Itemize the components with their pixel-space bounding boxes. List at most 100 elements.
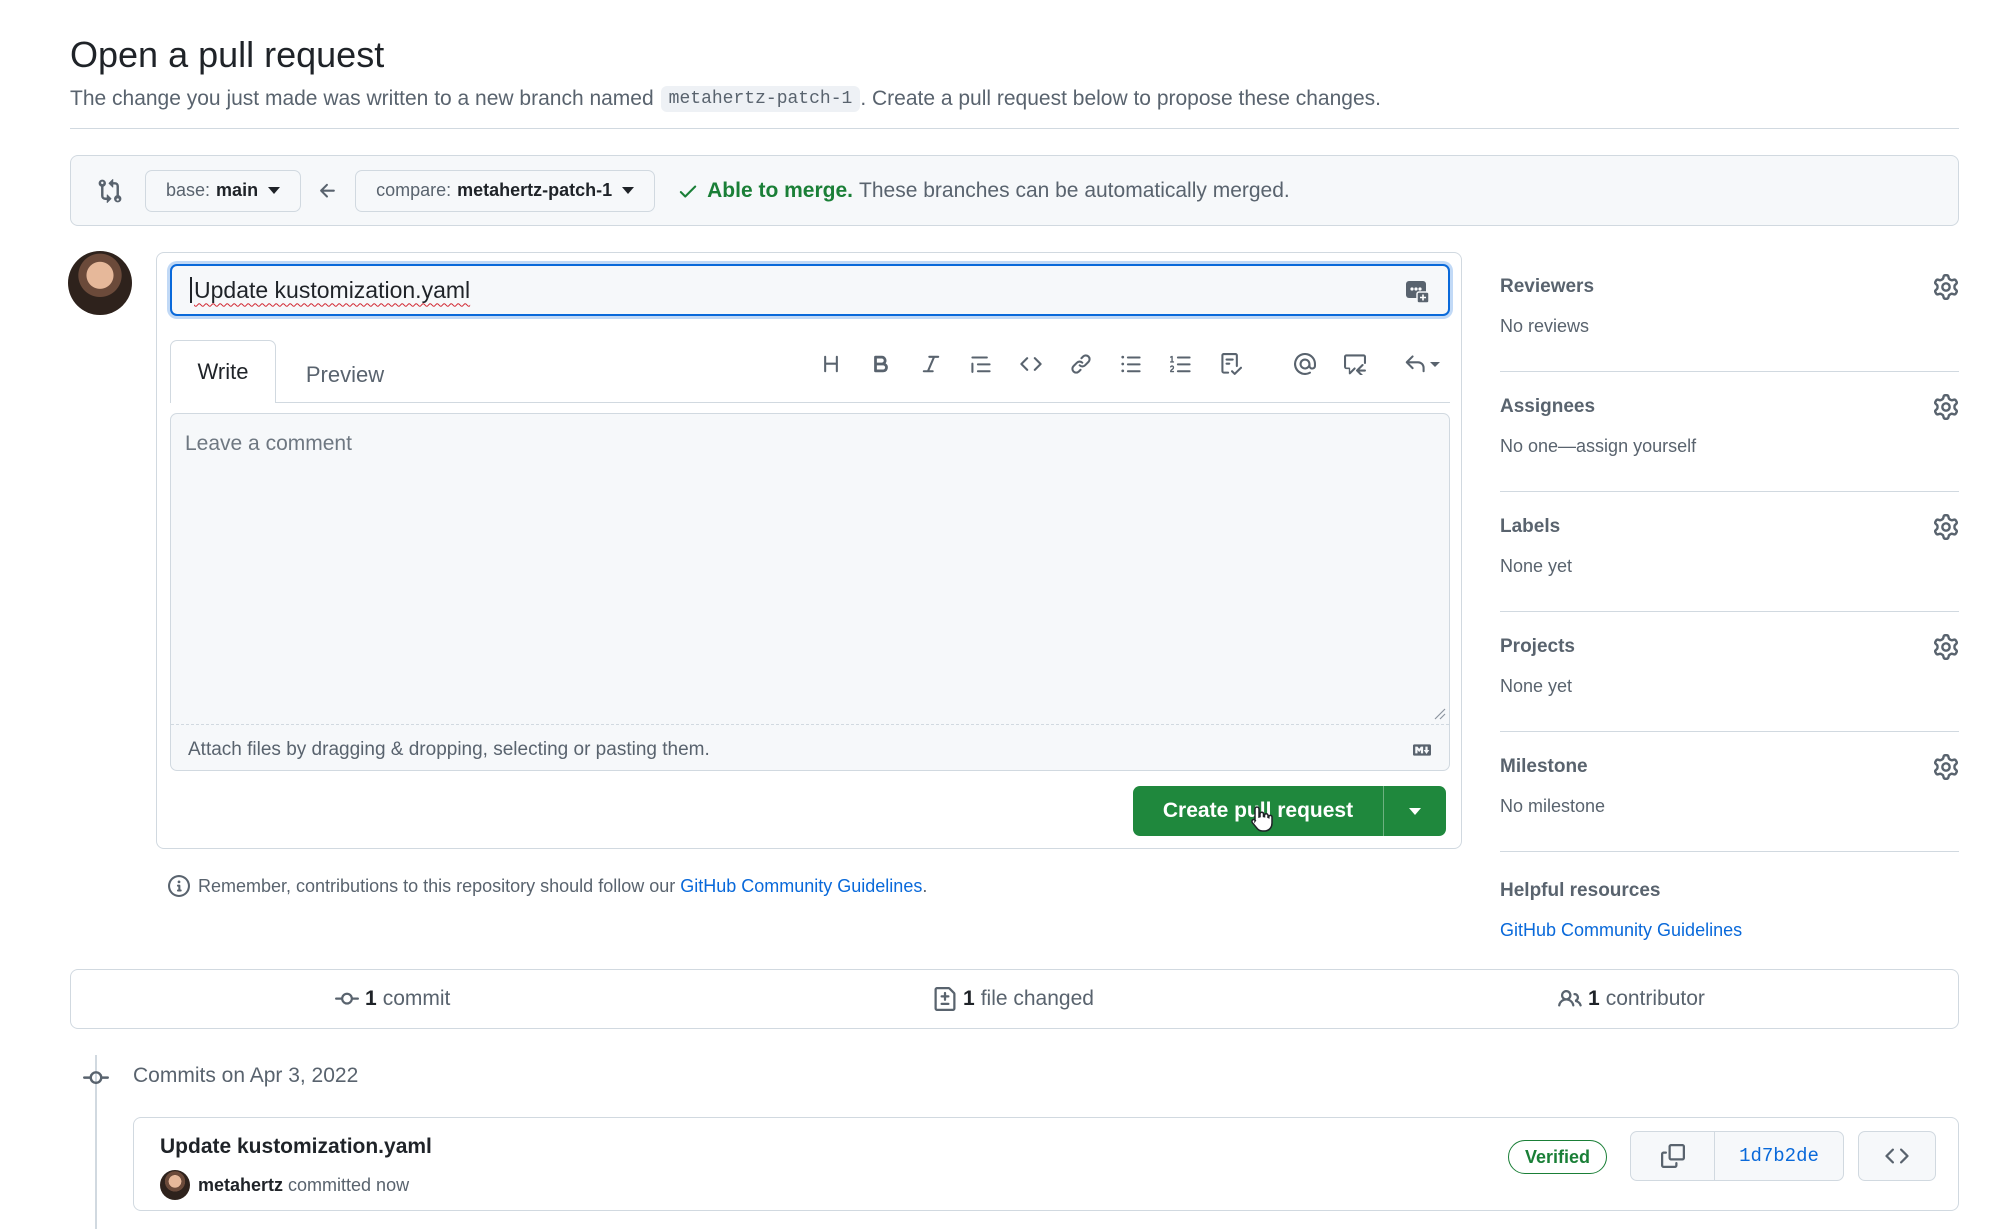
resize-handle-icon[interactable]: [1432, 706, 1446, 720]
community-guidelines-link[interactable]: GitHub Community Guidelines: [680, 876, 922, 896]
attach-files-text[interactable]: Attach files by dragging & dropping, sel…: [188, 739, 710, 761]
check-icon: [677, 180, 699, 202]
files-count: 1: [963, 987, 975, 1010]
merge-detail: These branches can be automatically merg…: [859, 178, 1290, 202]
commit-time: committed now: [288, 1174, 410, 1195]
tab-write[interactable]: Write: [170, 340, 276, 403]
helpful-resources-heading: Helpful resources: [1500, 880, 1661, 901]
base-branch-label: main: [216, 180, 259, 200]
comment-textarea[interactable]: Leave a comment Attach files by dragging…: [170, 413, 1450, 771]
commit-sha-link[interactable]: 1d7b2de: [1715, 1132, 1843, 1180]
branch-name-code: metahertz-patch-1: [660, 86, 861, 112]
bold-icon[interactable]: [856, 346, 906, 382]
sidebar-item-reviewers: Reviewers No reviews: [1500, 252, 1959, 372]
sidebar-item-projects: Projects None yet: [1500, 612, 1959, 732]
gear-icon[interactable]: [1933, 514, 1959, 540]
sidebar-value: No milestone: [1500, 796, 1606, 816]
sidebar-label[interactable]: Reviewers: [1500, 276, 1594, 298]
create-options-dropdown[interactable]: [1384, 807, 1446, 815]
files-changed-tab[interactable]: 1 file changed: [933, 987, 1094, 1011]
sidebar-item-assignees: Assignees No one—assign yourself: [1500, 372, 1959, 492]
quote-icon[interactable]: [956, 346, 1006, 382]
sidebar-label[interactable]: Assignees: [1500, 396, 1595, 418]
tab-preview[interactable]: Preview: [290, 350, 400, 400]
subtitle-text: The change you just made was written to …: [70, 87, 654, 110]
commit-row: Update kustomization.yaml metahertz comm…: [133, 1117, 1959, 1211]
gear-icon[interactable]: [1933, 634, 1959, 660]
verified-badge[interactable]: Verified: [1508, 1140, 1608, 1174]
link-icon[interactable]: [1056, 346, 1106, 382]
chevron-down-icon: [622, 187, 635, 194]
notice-suffix: .: [922, 875, 928, 896]
sidebar-guidelines-link[interactable]: GitHub Community Guidelines: [1500, 920, 1742, 941]
sidebar-label[interactable]: Milestone: [1500, 756, 1588, 778]
commit-sha-group: 1d7b2de: [1630, 1131, 1844, 1181]
reference-icon[interactable]: [1330, 346, 1380, 382]
chevron-down-icon: [1409, 807, 1421, 815]
page-subtitle: The change you just made was written to …: [70, 86, 1381, 112]
gear-icon[interactable]: [1933, 274, 1959, 300]
page-title: Open a pull request: [70, 34, 385, 75]
sidebar-item-labels: Labels None yet: [1500, 492, 1959, 612]
sidebar-value[interactable]: No one—assign yourself: [1500, 436, 1696, 457]
comment-placeholder: Leave a comment: [185, 432, 352, 455]
commits-tab[interactable]: 1 commit: [335, 987, 450, 1011]
create-pull-request-button[interactable]: Create pull request: [1133, 786, 1446, 836]
commits-count: 1: [365, 987, 377, 1010]
avatar[interactable]: [68, 251, 132, 315]
pr-stats-bar: 1 commit 1 file changed 1 contributor: [70, 969, 1959, 1029]
commit-meta: metahertz committed now: [160, 1170, 409, 1200]
markdown-icon[interactable]: [1409, 741, 1435, 759]
code-icon[interactable]: [1006, 346, 1056, 382]
people-icon: [1558, 987, 1582, 1011]
title-input-value: Update kustomization.yaml: [194, 276, 471, 303]
git-commit-icon: [83, 1065, 109, 1091]
gear-icon[interactable]: [1933, 754, 1959, 780]
merge-status: Able to merge.: [707, 178, 854, 202]
heading-icon[interactable]: [806, 346, 856, 382]
file-diff-icon: [933, 987, 957, 1011]
commits-date-heading: Commits on Apr 3, 2022: [133, 1064, 359, 1087]
sidebar-item-milestone: Milestone No milestone: [1500, 732, 1959, 852]
base-branch-button[interactable]: base: main: [145, 169, 302, 212]
gear-icon[interactable]: [1933, 394, 1959, 420]
compare-bar: base: main compare: metahertz-patch-1 Ab…: [70, 155, 1959, 226]
sidebar-value: None yet: [1500, 556, 1573, 576]
contributors-tab[interactable]: 1 contributor: [1558, 987, 1705, 1011]
browse-code-button[interactable]: [1858, 1131, 1936, 1181]
copy-icon[interactable]: [1631, 1132, 1715, 1180]
header-divider: [70, 128, 1959, 129]
unordered-list-icon[interactable]: [1106, 346, 1156, 382]
attach-divider: [171, 724, 1449, 725]
ordered-list-icon[interactable]: [1156, 346, 1206, 382]
saved-replies-icon[interactable]: [1404, 278, 1430, 304]
base-prefix: base:: [166, 180, 211, 200]
contributors-label: contributor: [1605, 987, 1705, 1010]
files-label: file changed: [980, 987, 1094, 1010]
commits-label: commit: [382, 987, 451, 1010]
task-list-icon[interactable]: [1206, 346, 1256, 382]
code-icon: [1885, 1144, 1909, 1168]
title-input[interactable]: Update kustomization.yaml: [170, 264, 1450, 316]
sidebar-value: None yet: [1500, 676, 1573, 696]
notice-text: Remember, contributions to this reposito…: [198, 875, 676, 896]
undo-reply-icon[interactable]: [1394, 346, 1450, 382]
text-cursor: [190, 277, 192, 303]
avatar[interactable]: [160, 1170, 190, 1200]
commit-author[interactable]: metahertz: [198, 1175, 283, 1196]
sidebar-label[interactable]: Projects: [1500, 636, 1575, 658]
contributors-count: 1: [1588, 987, 1600, 1010]
mention-icon[interactable]: [1280, 346, 1330, 382]
chevron-down-icon: [1430, 361, 1440, 367]
compare-branch-button[interactable]: compare: metahertz-patch-1: [355, 169, 656, 212]
sidebar-label[interactable]: Labels: [1500, 516, 1560, 538]
compare-branch-label: metahertz-patch-1: [457, 180, 613, 200]
hand-cursor-icon: [1249, 804, 1275, 834]
sidebar-value: No reviews: [1500, 316, 1590, 336]
compare-prefix: compare:: [376, 180, 452, 200]
chevron-down-icon: [268, 187, 281, 194]
info-icon: [168, 875, 190, 897]
italic-icon[interactable]: [906, 346, 956, 382]
commit-title-link[interactable]: Update kustomization.yaml: [160, 1135, 432, 1159]
tabs-divider: [170, 402, 1450, 403]
